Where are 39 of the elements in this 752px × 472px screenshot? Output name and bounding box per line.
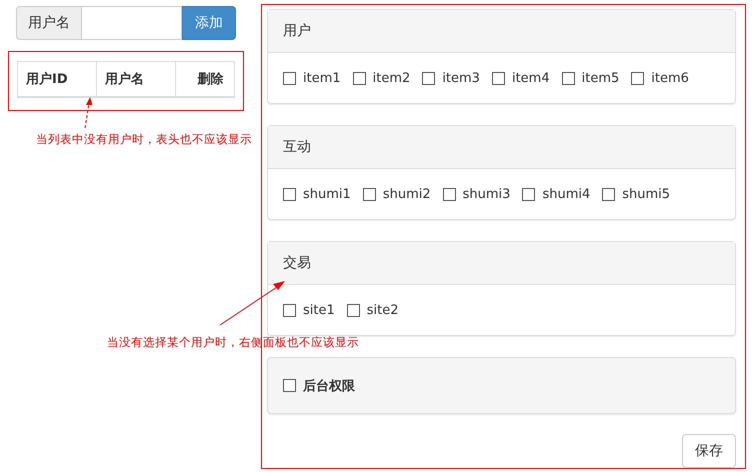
- checkbox[interactable]: [283, 379, 296, 392]
- checkbox[interactable]: [283, 304, 296, 317]
- save-button[interactable]: 保存: [682, 434, 736, 468]
- checkbox-label: item2: [372, 70, 410, 86]
- checkbox[interactable]: [631, 72, 644, 85]
- checkbox-label: shumi5: [622, 186, 670, 202]
- annotation-note: 当列表中没有用户时，表头也不应该显示: [36, 132, 252, 147]
- checkbox[interactable]: [352, 72, 366, 85]
- group-title: 交易: [268, 242, 735, 286]
- checkbox-label: shumi4: [542, 186, 590, 202]
- username-label: 用户名: [16, 6, 82, 40]
- checkbox[interactable]: [492, 72, 505, 85]
- checkbox[interactable]: [562, 72, 575, 85]
- checkbox[interactable]: [602, 188, 616, 201]
- add-button[interactable]: 添加: [182, 6, 236, 40]
- checkbox-label: 后台权限: [303, 378, 355, 395]
- username-input[interactable]: [82, 6, 182, 40]
- checkbox[interactable]: [422, 72, 436, 85]
- checkbox-label: item6: [651, 70, 689, 86]
- column-header: 删除: [196, 71, 224, 89]
- checkbox[interactable]: [283, 188, 296, 201]
- checkbox[interactable]: [522, 188, 536, 201]
- checkbox-label: item3: [442, 70, 480, 86]
- checkbox[interactable]: [283, 72, 296, 85]
- group-title: 用户: [268, 10, 735, 54]
- checkbox-label: site1: [303, 302, 335, 318]
- column-header: 用户ID: [18, 62, 97, 96]
- checkbox[interactable]: [346, 304, 360, 317]
- checkbox[interactable]: [442, 188, 456, 201]
- checkbox-label: shumi1: [303, 186, 351, 202]
- checkbox-label: shumi3: [462, 186, 510, 202]
- checkbox[interactable]: [362, 188, 376, 201]
- checkbox-label: item5: [582, 70, 620, 86]
- group-title: 互动: [268, 126, 735, 170]
- column-header: 用户名: [97, 62, 176, 96]
- checkbox-label: item4: [512, 70, 550, 86]
- checkbox-label: shumi2: [382, 186, 431, 202]
- checkbox-label: site2: [366, 302, 399, 318]
- checkbox-label: item1: [303, 70, 341, 86]
